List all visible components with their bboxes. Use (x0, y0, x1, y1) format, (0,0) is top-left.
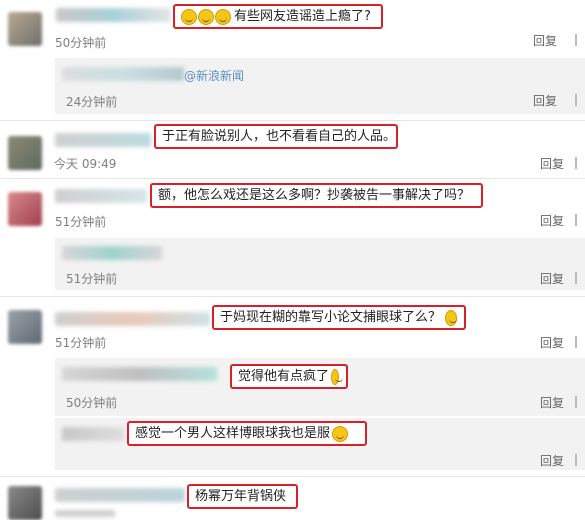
avatar[interactable] (8, 486, 42, 520)
comment-text: 感觉一个男人这样博眼球我也是服 (135, 425, 331, 441)
avatar[interactable] (8, 310, 42, 344)
highlighted-comment: 额，他怎么戏还是这么多啊？抄袭被告一事解决了吗？ (150, 183, 483, 208)
timestamp: 51分钟前 (55, 336, 107, 350)
drag-handle[interactable] (573, 157, 579, 169)
username[interactable] (62, 67, 184, 81)
divider (0, 120, 585, 121)
comment-text: 额，他怎么戏还是这么多啊？抄袭被告一事解决了吗？ (158, 187, 471, 203)
laugh-cry-emoji (332, 425, 349, 442)
divider (0, 296, 585, 297)
highlighted-comment: 感觉一个男人这样博眼球我也是服 (127, 421, 367, 446)
timestamp: 50分钟前 (55, 36, 107, 50)
highlighted-comment: 于妈现在糊的靠写小论文捕眼球了么？ (212, 305, 466, 330)
drag-handle[interactable] (573, 454, 579, 466)
timestamp: 今天 09:49 (54, 157, 117, 171)
username[interactable] (62, 246, 162, 260)
smile-emoji (331, 368, 343, 385)
reply-button[interactable]: 回复 (540, 394, 564, 411)
comment-text: 觉得他有点疯了 (238, 368, 330, 384)
highlighted-comment: 杨幂万年背锅侠 (187, 484, 298, 509)
reply-button[interactable]: 回复 (540, 212, 564, 229)
grin-emoji (215, 8, 231, 25)
username[interactable] (56, 8, 171, 22)
highlighted-comment: 觉得他有点疯了 (230, 364, 348, 389)
drag-handle[interactable] (573, 94, 579, 106)
avatar[interactable] (8, 192, 42, 226)
avatar[interactable] (8, 12, 42, 46)
drag-handle[interactable] (573, 336, 579, 348)
highlighted-comment: 于正有脸说别人，也不看看自己的人品。 (154, 124, 398, 149)
source-link[interactable]: @新浪新闻 (184, 67, 244, 84)
comment-text: 有些网友造谣造上瘾了? (234, 8, 371, 24)
drag-handle[interactable] (573, 34, 579, 46)
drag-handle[interactable] (573, 396, 579, 408)
reply-button[interactable]: 回复 (533, 32, 557, 49)
username[interactable] (62, 367, 217, 381)
username[interactable] (55, 312, 210, 326)
reply-button[interactable]: 回复 (540, 334, 564, 351)
laugh-cry-emoji (445, 309, 457, 326)
username[interactable] (55, 488, 185, 502)
timestamp: 51分钟前 (55, 215, 107, 229)
drag-handle[interactable] (573, 272, 579, 284)
divider (0, 178, 585, 179)
divider (0, 476, 585, 477)
username[interactable] (62, 427, 124, 441)
timestamp: 51分钟前 (66, 272, 118, 286)
username[interactable] (55, 133, 151, 147)
comment-text: 杨幂万年背锅侠 (195, 488, 287, 504)
avatar[interactable] (8, 136, 42, 170)
laugh-cry-emoji (181, 8, 197, 25)
smile-emoji (198, 8, 214, 25)
comment-text: 于正有脸说别人，也不看看自己的人品。 (162, 128, 397, 144)
reply-button[interactable]: 回复 (540, 155, 564, 172)
timestamp (55, 510, 115, 517)
drag-handle[interactable] (573, 214, 579, 226)
reply-button[interactable]: 回复 (540, 452, 564, 469)
highlighted-comment: 有些网友造谣造上瘾了? (173, 4, 383, 29)
username[interactable] (55, 189, 147, 203)
reply-button[interactable]: 回复 (533, 92, 557, 109)
timestamp: 24分钟前 (66, 95, 118, 109)
timestamp: 50分钟前 (66, 396, 118, 410)
comment-text: 于妈现在糊的靠写小论文捕眼球了么？ (220, 309, 442, 325)
reply-button[interactable]: 回复 (540, 270, 564, 287)
